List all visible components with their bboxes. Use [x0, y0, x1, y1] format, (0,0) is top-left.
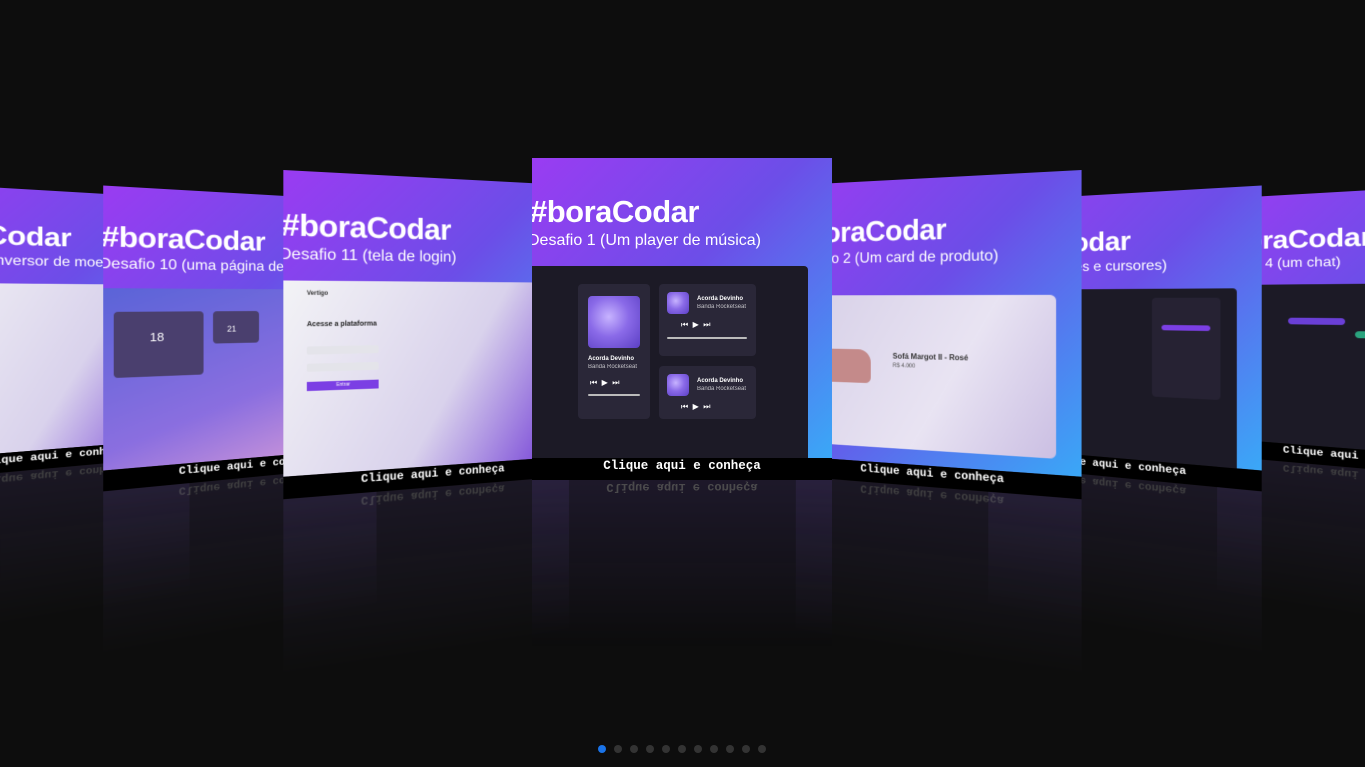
product-price: R$ 4.000 — [892, 363, 916, 370]
pagination-dot[interactable] — [646, 745, 654, 753]
chat-bubble — [1355, 331, 1365, 339]
slide-preview: Acorda Devinho Banda Rocketseat ⏮ ▶ ⏭ Ac… — [532, 266, 808, 458]
slide-card: #boraCodar Desafio 11 (tela de login) Ve… — [283, 170, 570, 477]
song-title: Acorda Devinho — [697, 296, 744, 302]
slide-title: #boraCodar — [532, 194, 699, 229]
slide-cta[interactable]: Clique aqui e conheça — [532, 458, 832, 480]
password-field[interactable] — [306, 361, 379, 372]
song-title: Acorda Devinho — [697, 378, 744, 384]
player-controls-icon[interactable]: ⏮ ▶ ⏭ — [681, 320, 710, 330]
slide-subtitle: Desafio 1 (Um player de música) — [532, 232, 761, 249]
song-title: Acorda Devinho — [588, 356, 635, 362]
player-controls-icon[interactable]: ⏮ ▶ ⏭ — [590, 378, 619, 388]
slide-preview: Vertigo Acesse a plataforma Entrar — [283, 280, 549, 477]
slide-reflection: Clique aqui e conheça — [532, 480, 832, 650]
buttons-panel — [1151, 297, 1221, 401]
pagination-dot[interactable] — [662, 745, 670, 753]
slide-preview: Sofá Margot II - Rosé R$ 4.000 — [795, 294, 1057, 459]
album-art — [667, 292, 689, 314]
weather-temperature: 18 — [149, 329, 165, 345]
album-art — [667, 374, 689, 396]
product-name: Sofá Margot II - Rosé — [892, 351, 969, 363]
weather-temperature: 21 — [227, 324, 237, 334]
pagination-dot[interactable] — [758, 745, 766, 753]
slide-reflection: Clique aqui e conheça — [795, 476, 1082, 674]
slide-reflection: Clique aqui e conheça — [283, 476, 570, 674]
pagination-dot[interactable] — [710, 745, 718, 753]
player-card-large: Acorda Devinho Banda Rocketseat ⏮ ▶ ⏭ — [578, 284, 650, 419]
artist-name: Banda Rocketseat — [697, 304, 747, 310]
pagination — [0, 742, 1365, 756]
slide-desafio-1[interactable]: #boraCodar Desafio 1 (Um player de músic… — [532, 158, 832, 650]
slide-card: #boraCodar Desafio 1 (Um player de músic… — [532, 158, 832, 458]
slide-desafio-11[interactable]: #boraCodar Desafio 11 (tela de login) Ve… — [283, 170, 570, 674]
artist-name: Banda Rocketseat — [697, 386, 747, 392]
slide-subtitle: Desafio 11 (tela de login) — [283, 245, 457, 266]
carousel[interactable]: #boraCodar Desafio 9 (conversor de moeda… — [0, 0, 1365, 767]
login-brand: Vertigo — [306, 290, 329, 297]
pagination-dot[interactable] — [598, 745, 606, 753]
chat-bubble — [1288, 317, 1346, 326]
slide-title: #boraCodar — [0, 215, 72, 253]
sample-button — [1161, 324, 1211, 332]
pagination-dot[interactable] — [742, 745, 750, 753]
weather-panel — [113, 311, 204, 379]
pagination-dot[interactable] — [614, 745, 622, 753]
login-button[interactable]: Entrar — [306, 379, 379, 392]
slide-title: #boraCodar — [283, 206, 452, 247]
pagination-dot[interactable] — [630, 745, 638, 753]
progress-bar[interactable] — [588, 394, 640, 396]
weather-panel — [213, 310, 260, 344]
album-art — [588, 296, 640, 348]
progress-bar[interactable] — [667, 337, 747, 339]
slide-title: #boraCodar — [103, 219, 266, 257]
slide-card: #boraCodar Desafio 2 (Um card de produto… — [795, 170, 1082, 477]
pagination-dot[interactable] — [678, 745, 686, 753]
pagination-dot[interactable] — [726, 745, 734, 753]
pagination-dot[interactable] — [694, 745, 702, 753]
login-heading: Acesse a plataforma — [306, 320, 377, 329]
email-field[interactable] — [306, 345, 379, 355]
slide-desafio-2[interactable]: #boraCodar Desafio 2 (Um card de produto… — [795, 170, 1082, 674]
player-card-medium: Acorda Devinho Banda Rocketseat ⏮ ▶ ⏭ — [659, 284, 756, 356]
artist-name: Banda Rocketseat — [588, 364, 638, 370]
player-card-small: Acorda Devinho Banda Rocketseat ⏮ ▶ ⏭ — [659, 366, 756, 419]
player-controls-icon[interactable]: ⏮ ▶ ⏭ — [681, 402, 710, 412]
